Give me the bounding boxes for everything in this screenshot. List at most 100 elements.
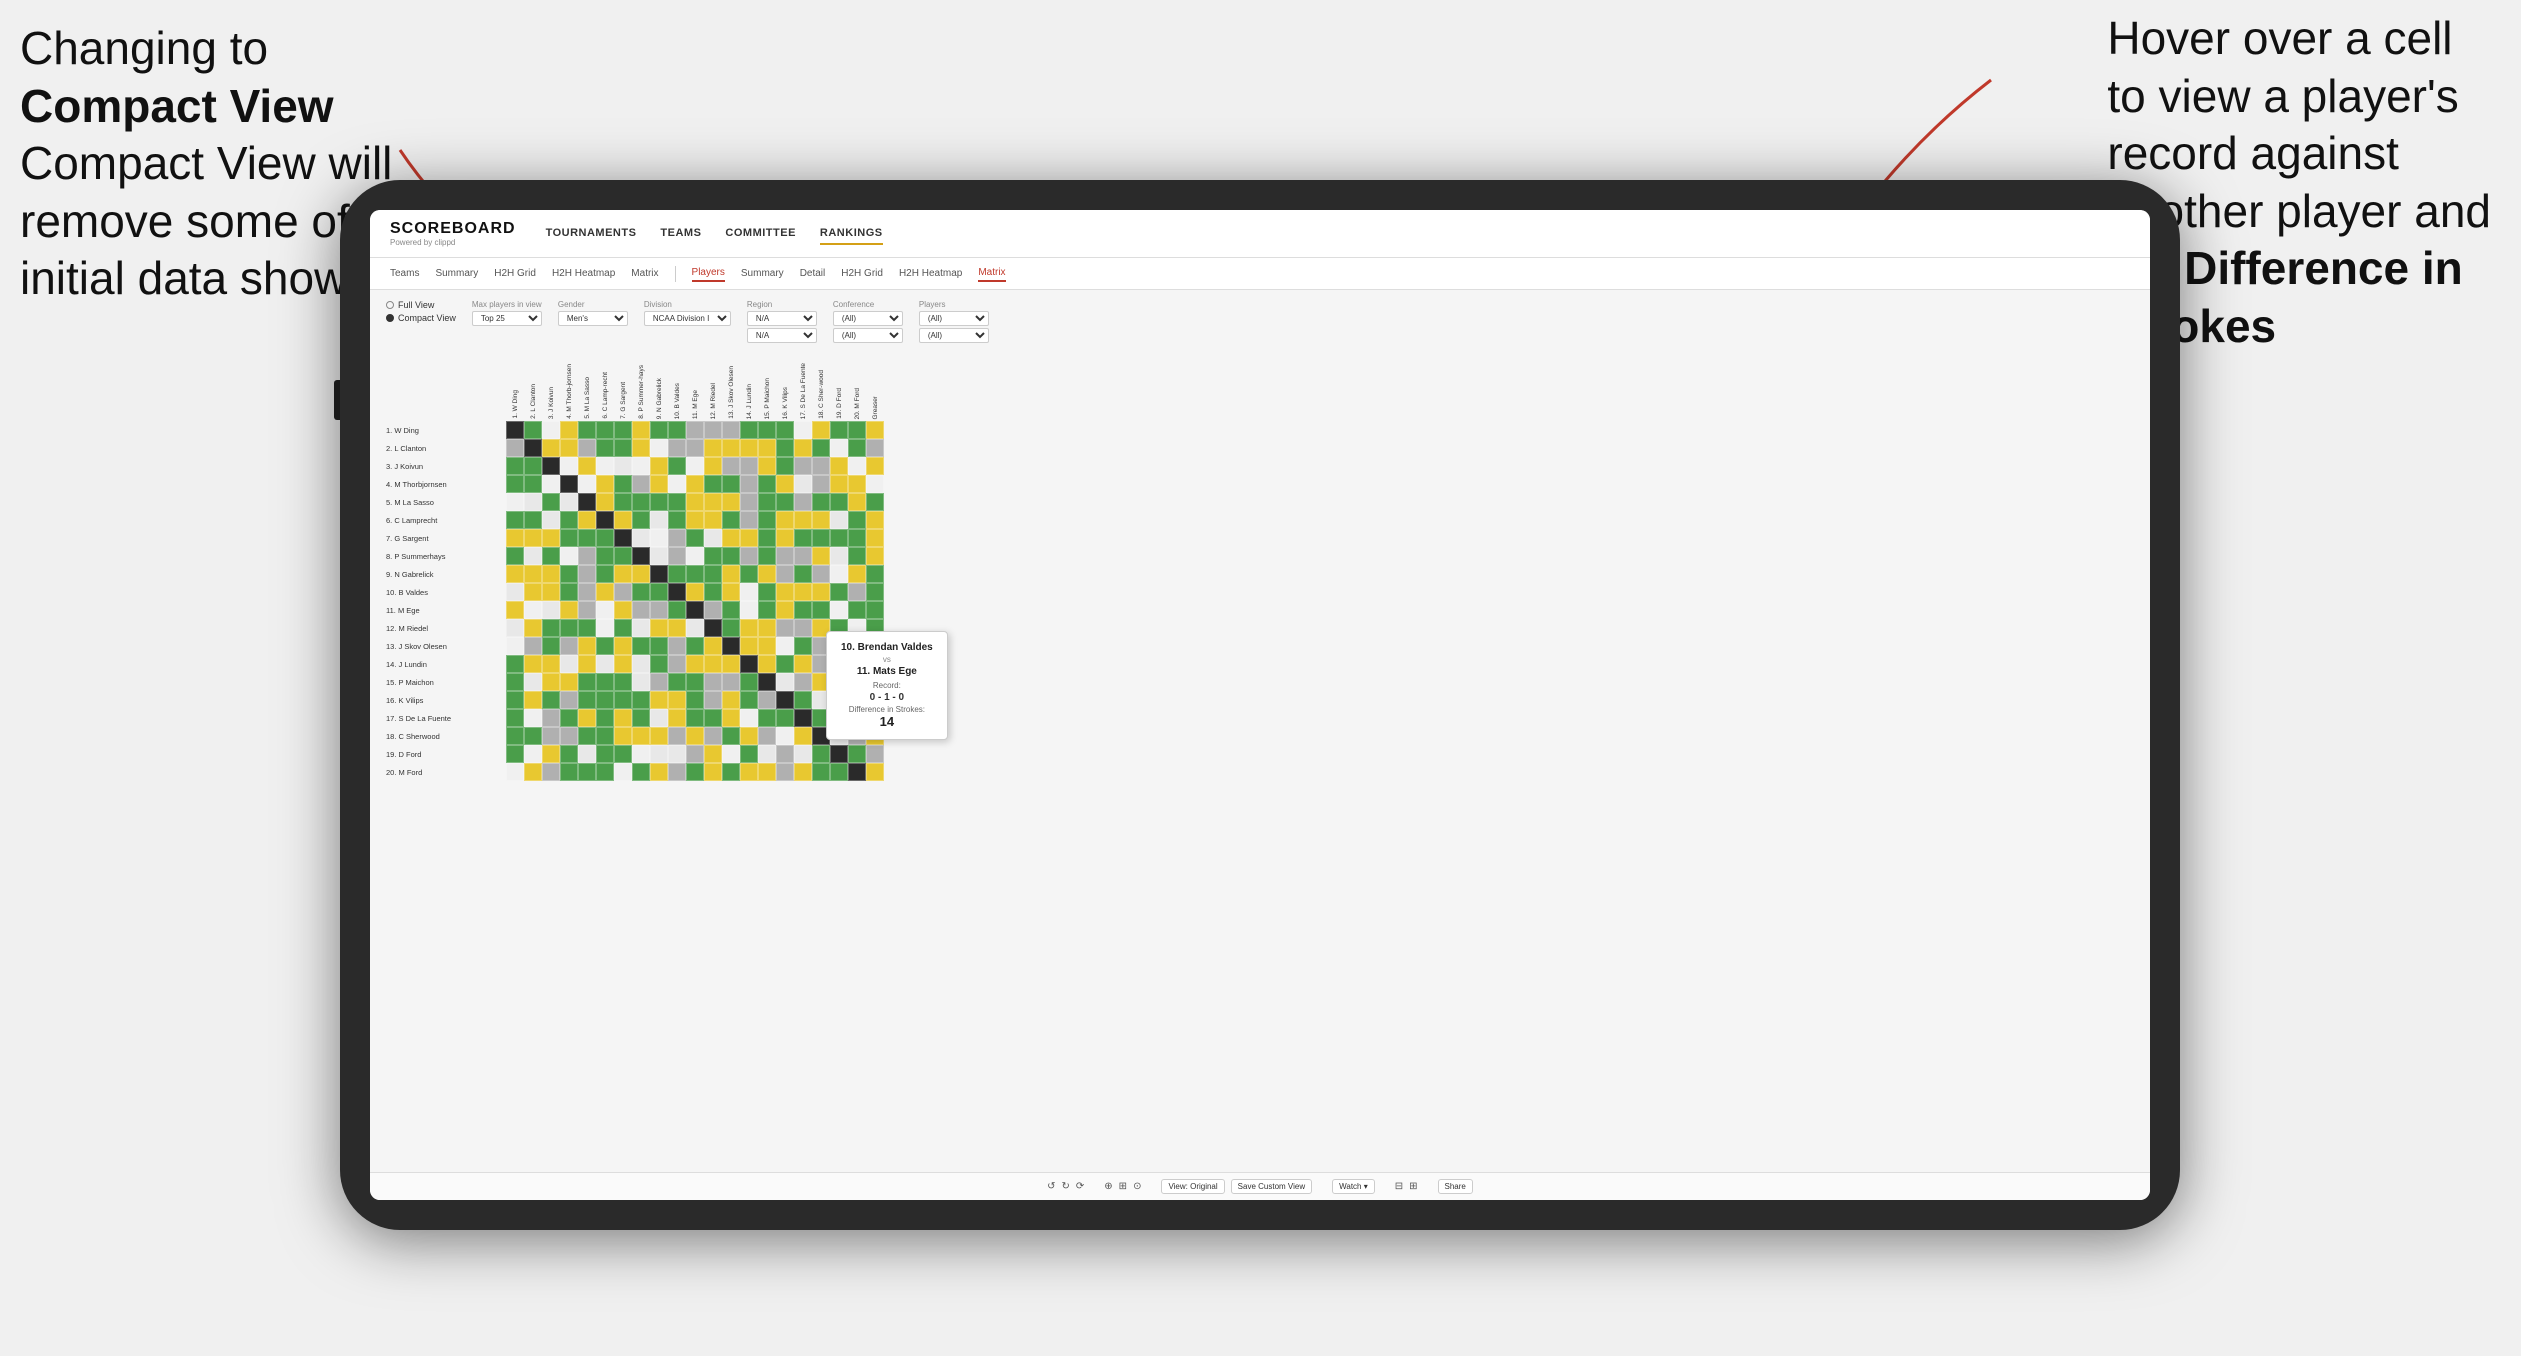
grid-cell[interactable] xyxy=(758,601,776,619)
layout-icon[interactable]: ⊟ xyxy=(1395,1181,1403,1192)
grid-cell[interactable] xyxy=(794,511,812,529)
nav-tournaments[interactable]: TOURNAMENTS xyxy=(546,223,637,245)
grid-cell[interactable] xyxy=(614,637,632,655)
grid-cell[interactable] xyxy=(560,493,578,511)
grid-cell[interactable] xyxy=(794,709,812,727)
grid-cell[interactable] xyxy=(722,727,740,745)
grid-cell[interactable] xyxy=(794,673,812,691)
grid-cell[interactable] xyxy=(758,457,776,475)
grid-cell[interactable] xyxy=(848,511,866,529)
grid-cell[interactable] xyxy=(722,673,740,691)
grid-cell[interactable] xyxy=(596,511,614,529)
grid-cell[interactable] xyxy=(686,655,704,673)
grid-cell[interactable] xyxy=(758,547,776,565)
grid-cell[interactable] xyxy=(866,763,884,781)
grid-cell[interactable] xyxy=(560,565,578,583)
grid-cell[interactable] xyxy=(542,493,560,511)
grid-cell[interactable] xyxy=(506,763,524,781)
grid-cell[interactable] xyxy=(776,493,794,511)
grid-cell[interactable] xyxy=(650,457,668,475)
grid-cell[interactable] xyxy=(596,547,614,565)
grid-cell[interactable] xyxy=(578,601,596,619)
grid-cell[interactable] xyxy=(614,421,632,439)
grid-cell[interactable] xyxy=(704,673,722,691)
grid-cell[interactable] xyxy=(560,421,578,439)
grid-cell[interactable] xyxy=(632,439,650,457)
grid-cell[interactable] xyxy=(596,673,614,691)
grid-cell[interactable] xyxy=(704,529,722,547)
grid-cell[interactable] xyxy=(758,727,776,745)
subnav-summary2[interactable]: Summary xyxy=(741,266,784,281)
grid-cell[interactable] xyxy=(758,439,776,457)
grid-cell[interactable] xyxy=(560,511,578,529)
grid-cell[interactable] xyxy=(578,727,596,745)
grid-cell[interactable] xyxy=(686,529,704,547)
grid-cell[interactable] xyxy=(794,421,812,439)
grid-cell[interactable] xyxy=(758,511,776,529)
nav-rankings[interactable]: RANKINGS xyxy=(820,223,883,245)
grid-cell[interactable] xyxy=(524,709,542,727)
grid-cell[interactable] xyxy=(758,691,776,709)
grid-cell[interactable] xyxy=(506,709,524,727)
grid-cell[interactable] xyxy=(758,763,776,781)
grid-cell[interactable] xyxy=(722,709,740,727)
grid-cell[interactable] xyxy=(668,727,686,745)
grid-cell[interactable] xyxy=(740,583,758,601)
grid-cell[interactable] xyxy=(812,745,830,763)
grid-cell[interactable] xyxy=(722,547,740,565)
grid-cell[interactable] xyxy=(704,619,722,637)
grid-cell[interactable] xyxy=(740,547,758,565)
grid-cell[interactable] xyxy=(614,475,632,493)
grid-cell[interactable] xyxy=(686,565,704,583)
grid-cell[interactable] xyxy=(578,511,596,529)
grid-cell[interactable] xyxy=(560,763,578,781)
grid-cell[interactable] xyxy=(776,763,794,781)
grid-cell[interactable] xyxy=(560,637,578,655)
grid-cell[interactable] xyxy=(722,691,740,709)
grid-cell[interactable] xyxy=(596,529,614,547)
grid-cell[interactable] xyxy=(506,727,524,745)
grid-cell[interactable] xyxy=(668,673,686,691)
grid-cell[interactable] xyxy=(506,655,524,673)
grid-cell[interactable] xyxy=(614,655,632,673)
grid-cell[interactable] xyxy=(614,547,632,565)
grid-cell[interactable] xyxy=(632,763,650,781)
grid-cell[interactable] xyxy=(704,547,722,565)
grid-cell[interactable] xyxy=(524,619,542,637)
grid-cell[interactable] xyxy=(866,547,884,565)
grid-cell[interactable] xyxy=(704,691,722,709)
grid-cell[interactable] xyxy=(686,763,704,781)
grid-cell[interactable] xyxy=(632,637,650,655)
grid-cell[interactable] xyxy=(794,583,812,601)
grid-cell[interactable] xyxy=(524,493,542,511)
grid-cell[interactable] xyxy=(848,529,866,547)
grid-cell[interactable] xyxy=(794,601,812,619)
grid-cell[interactable] xyxy=(830,457,848,475)
grid-cell[interactable] xyxy=(794,529,812,547)
nav-committee[interactable]: COMMITTEE xyxy=(725,223,796,245)
grid-cell[interactable] xyxy=(668,655,686,673)
filter-max-players-select[interactable]: Top 25 xyxy=(472,311,542,326)
grid-cell[interactable] xyxy=(542,601,560,619)
grid-cell[interactable] xyxy=(704,655,722,673)
grid-cell[interactable] xyxy=(578,493,596,511)
grid-cell[interactable] xyxy=(668,529,686,547)
grid-cell[interactable] xyxy=(542,583,560,601)
grid-cell[interactable] xyxy=(560,673,578,691)
grid-cell[interactable] xyxy=(578,673,596,691)
grid-cell[interactable] xyxy=(740,475,758,493)
grid-cell[interactable] xyxy=(614,439,632,457)
grid-cell[interactable] xyxy=(506,529,524,547)
grid-cell[interactable] xyxy=(848,601,866,619)
grid-cell[interactable] xyxy=(740,457,758,475)
grid-cell[interactable] xyxy=(740,655,758,673)
grid-cell[interactable] xyxy=(830,763,848,781)
grid-cell[interactable] xyxy=(596,691,614,709)
grid-cell[interactable] xyxy=(506,475,524,493)
grid-cell[interactable] xyxy=(866,439,884,457)
grid-cell[interactable] xyxy=(686,475,704,493)
grid-cell[interactable] xyxy=(632,655,650,673)
grid-cell[interactable] xyxy=(596,583,614,601)
grid-cell[interactable] xyxy=(578,655,596,673)
grid-cell[interactable] xyxy=(758,709,776,727)
